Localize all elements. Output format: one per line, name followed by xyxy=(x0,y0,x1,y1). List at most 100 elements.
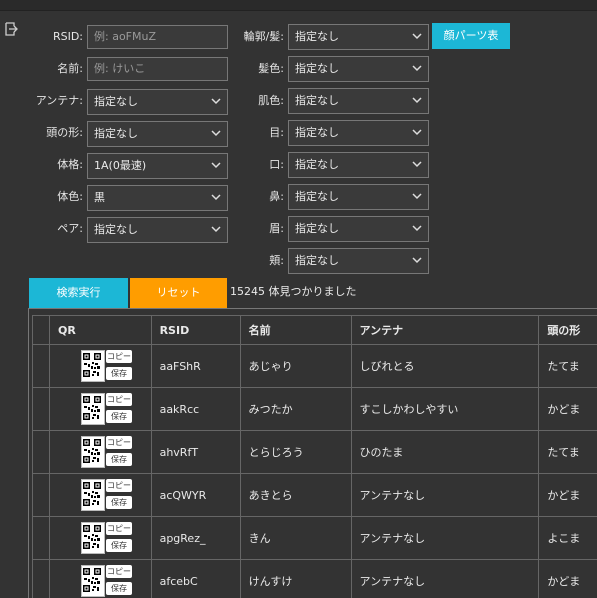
bodycolor-select[interactable]: 黒 xyxy=(87,185,228,211)
rsid-cell: ahvRfT xyxy=(151,431,240,474)
row-spacer xyxy=(33,474,50,517)
qr-cell: コピー保存 xyxy=(50,345,152,388)
row-spacer xyxy=(33,345,50,388)
head-select[interactable]: 指定なし xyxy=(87,121,228,147)
header-rsid: RSID xyxy=(151,316,240,345)
chevron-down-icon xyxy=(412,63,422,73)
chevron-down-icon xyxy=(211,160,221,170)
chevron-down-icon xyxy=(412,223,422,233)
name-input[interactable]: 例: けいこ xyxy=(87,57,228,81)
head-cell: かどま xyxy=(539,388,597,431)
pair-label: ペア: xyxy=(30,216,83,242)
rsid-input[interactable]: 例: aoFMuZ xyxy=(87,25,228,49)
outline-select[interactable]: 指定なし xyxy=(288,24,429,50)
save-button[interactable]: 保存 xyxy=(106,410,132,423)
reset-button[interactable]: リセット xyxy=(130,278,227,308)
antenna-cell: すこしかわしやすい xyxy=(351,388,539,431)
search-button[interactable]: 検索実行 xyxy=(29,278,128,308)
bodycolor-label: 体色: xyxy=(30,184,83,210)
results-table-container[interactable]: QR RSID 名前 アンテナ 頭の形 コピー保存aaFShRあじゃりしびれとる… xyxy=(28,308,597,598)
antenna-cell: しびれとる xyxy=(351,345,539,388)
copy-button[interactable]: コピー xyxy=(106,479,132,492)
qr-code-icon xyxy=(81,565,105,597)
head-cell: かどま xyxy=(539,474,597,517)
table-row: コピー保存apgRez_きんアンテナなしよこま xyxy=(33,517,597,560)
save-button[interactable]: 保存 xyxy=(106,367,132,380)
skin-select[interactable]: 指定なし xyxy=(288,88,429,114)
table-row: コピー保存ahvRfTとらじろうひのたまたてま xyxy=(33,431,597,474)
name-label: 名前: xyxy=(30,56,83,82)
copy-button[interactable]: コピー xyxy=(106,393,132,406)
mouth-value: 指定なし xyxy=(295,153,339,177)
outline-label: 輪郭/髪: xyxy=(236,24,284,50)
pair-value: 指定なし xyxy=(94,218,138,242)
chevron-down-icon xyxy=(211,128,221,138)
name-cell: とらじろう xyxy=(240,431,351,474)
name-cell: あきとら xyxy=(240,474,351,517)
save-button[interactable]: 保存 xyxy=(106,496,132,509)
qr-cell: コピー保存 xyxy=(50,431,152,474)
save-button[interactable]: 保存 xyxy=(106,539,132,552)
chevron-down-icon xyxy=(211,96,221,106)
antenna-select[interactable]: 指定なし xyxy=(87,89,228,115)
body-label: 体格: xyxy=(30,152,83,178)
table-header-row: QR RSID 名前 アンテナ 頭の形 xyxy=(33,316,597,345)
rsid-cell: afcebC xyxy=(151,560,240,598)
results-table: QR RSID 名前 アンテナ 頭の形 コピー保存aaFShRあじゃりしびれとる… xyxy=(32,315,597,598)
table-row: コピー保存 afcebCけんすけアンテナなしかどま xyxy=(33,560,597,598)
head-cell: よこま xyxy=(539,517,597,560)
qr-code-icon xyxy=(81,393,105,425)
skin-label: 肌色: xyxy=(236,88,284,114)
brow-label: 眉: xyxy=(236,216,284,242)
antenna-label: アンテナ: xyxy=(30,88,83,114)
header-head: 頭の形 xyxy=(539,316,597,345)
chevron-down-icon xyxy=(211,224,221,234)
chevron-down-icon xyxy=(412,255,422,265)
name-cell: みつたか xyxy=(240,388,351,431)
body-select[interactable]: 1A(0最速) xyxy=(87,153,228,179)
cheek-select[interactable]: 指定なし xyxy=(288,248,429,274)
row-spacer xyxy=(33,517,50,560)
pair-select[interactable]: 指定なし xyxy=(87,217,228,243)
nose-value: 指定なし xyxy=(295,185,339,209)
mouth-select[interactable]: 指定なし xyxy=(288,152,429,178)
row-spacer xyxy=(33,388,50,431)
save-button[interactable]: 保存 xyxy=(106,582,132,595)
head-cell: かどま xyxy=(539,560,597,598)
copy-button[interactable]: コピー xyxy=(106,565,132,578)
brow-select[interactable]: 指定なし xyxy=(288,216,429,242)
chevron-down-icon xyxy=(412,127,422,137)
chevron-down-icon xyxy=(412,191,422,201)
chevron-down-icon xyxy=(412,31,422,41)
copy-button[interactable]: コピー xyxy=(106,436,132,449)
antenna-cell: アンテナなし xyxy=(351,560,539,598)
save-button[interactable]: 保存 xyxy=(106,453,132,466)
outline-value: 指定なし xyxy=(295,25,339,49)
haircolor-select[interactable]: 指定なし xyxy=(288,56,429,82)
qr-code-icon xyxy=(81,479,105,511)
top-bar xyxy=(0,0,597,11)
chevron-down-icon xyxy=(412,159,422,169)
cheek-value: 指定なし xyxy=(295,249,339,273)
name-cell: きん xyxy=(240,517,351,560)
copy-button[interactable]: コピー xyxy=(106,350,132,363)
chevron-down-icon xyxy=(211,192,221,202)
cheek-label: 頬: xyxy=(236,248,284,274)
sign-in-icon[interactable] xyxy=(4,22,18,36)
copy-button[interactable]: コピー xyxy=(106,522,132,535)
eye-select[interactable]: 指定なし xyxy=(288,120,429,146)
table-row: コピー保存aaFShRあじゃりしびれとるたてま xyxy=(33,345,597,388)
antenna-cell: アンテナなし xyxy=(351,517,539,560)
brow-value: 指定なし xyxy=(295,217,339,241)
nose-select[interactable]: 指定なし xyxy=(288,184,429,210)
rsid-label: RSID: xyxy=(30,24,83,50)
antenna-cell: アンテナなし xyxy=(351,474,539,517)
row-spacer xyxy=(33,431,50,474)
head-value: 指定なし xyxy=(94,122,138,146)
face-parts-button[interactable]: 顔パーツ表 xyxy=(432,23,510,49)
qr-code-icon xyxy=(81,436,105,468)
chevron-down-icon xyxy=(412,95,422,105)
name-cell: けんすけ xyxy=(240,560,351,598)
table-row: コピー保存acQWYRあきとらアンテナなしかどま xyxy=(33,474,597,517)
head-label: 頭の形: xyxy=(30,120,83,146)
